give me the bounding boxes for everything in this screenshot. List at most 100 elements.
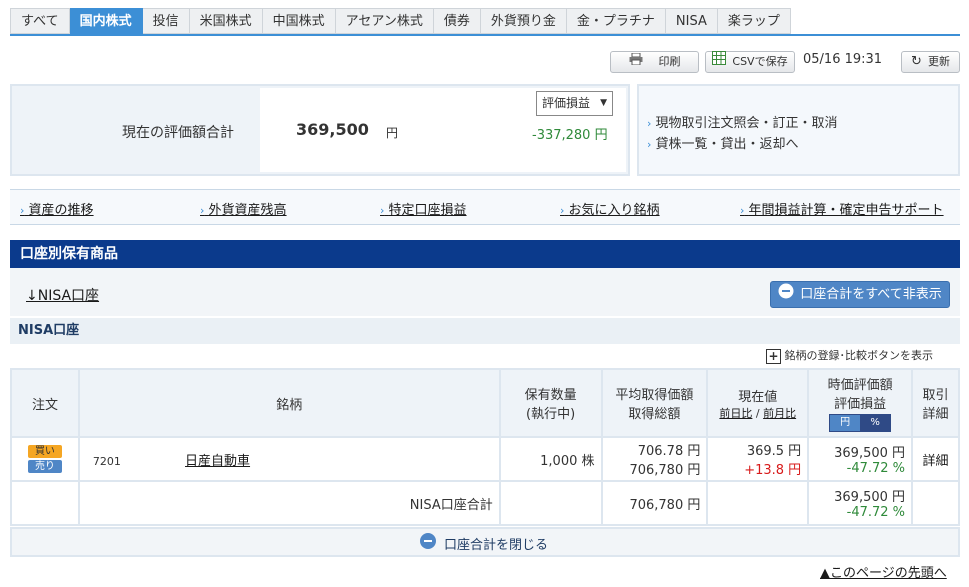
quantity-cell: 1,000 株 bbox=[498, 436, 603, 482]
table-header-row: 注文 銘柄 保有数量 (執行中) 平均取得価額 取得総額 現在値 前日比 / 前… bbox=[10, 368, 960, 438]
buy-button[interactable]: 買い bbox=[27, 445, 62, 458]
arrow-right-icon: › bbox=[380, 204, 385, 217]
current-price-value: 369.5 円 bbox=[746, 444, 802, 459]
tax-support-link[interactable]: › 年間損益計算・確定申告サポート bbox=[740, 199, 944, 218]
csv-save-button[interactable]: CSVで保存 bbox=[705, 51, 795, 73]
col-name: 銘柄 bbox=[77, 368, 501, 438]
total-empty-cell bbox=[10, 480, 80, 526]
yen-toggle[interactable]: 円 bbox=[830, 415, 861, 431]
tab-nisa[interactable]: NISA bbox=[665, 8, 718, 34]
tab-china-stock[interactable]: 中国株式 bbox=[262, 8, 336, 34]
minus-circle-icon bbox=[778, 283, 794, 307]
total-valuation-amount: 369,500 円 bbox=[834, 490, 906, 505]
hide-all-totals-button[interactable]: 口座合計をすべて非表示 bbox=[770, 281, 950, 308]
col-detail-label-1: 取引 bbox=[922, 388, 949, 403]
unit-toggle: 円 % bbox=[829, 414, 892, 432]
show-compare-buttons-link[interactable]: + 銘柄の登録･比較ボタンを表示 bbox=[766, 347, 933, 364]
specific-account-link[interactable]: › 特定口座損益 bbox=[380, 199, 467, 218]
detail-link[interactable]: 詳細 bbox=[923, 454, 949, 469]
show-compare-buttons-label: 銘柄の登録･比較ボタンを表示 bbox=[784, 349, 934, 362]
gain-type-select[interactable]: 評価損益 ▼ bbox=[536, 91, 613, 116]
spreadsheet-icon bbox=[712, 51, 727, 73]
tab-domestic-stock[interactable]: 国内株式 bbox=[69, 8, 143, 34]
arrow-right-icon: › bbox=[740, 204, 745, 217]
fx-assets-label: 外貨資産残高 bbox=[208, 203, 287, 218]
current-price-cell: 369.5 円 +13.8 円 bbox=[706, 436, 810, 482]
close-total-label: 口座合計を閉じる bbox=[444, 537, 549, 553]
stock-lending-label: 貸株一覧・貸出・返却へ bbox=[655, 137, 799, 152]
total-cost-value: 706,780 円 bbox=[629, 463, 701, 478]
tab-bonds[interactable]: 債券 bbox=[433, 8, 481, 34]
close-total-button[interactable]: 口座合計を閉じる bbox=[420, 533, 548, 553]
refresh-icon: ↻ bbox=[911, 54, 922, 69]
prev-day-toggle[interactable]: 前日比 bbox=[719, 407, 752, 420]
page-top-link[interactable]: ▲このページの先頭へ bbox=[820, 562, 947, 581]
col-avg-price-label: 平均取得価額 bbox=[615, 388, 694, 403]
total-cost-cell: 706,780 円 bbox=[600, 480, 709, 526]
total-qty-cell bbox=[498, 480, 603, 526]
col-current-price: 現在値 前日比 / 前月比 bbox=[706, 368, 810, 438]
plus-box-icon: + bbox=[766, 348, 781, 364]
print-button[interactable]: 印刷 bbox=[610, 51, 699, 73]
col-detail-label-2: 詳細 bbox=[922, 407, 949, 422]
arrow-right-icon: › bbox=[647, 138, 652, 151]
print-label: 印刷 bbox=[658, 55, 681, 68]
asset-trend-label: 資産の推移 bbox=[28, 203, 94, 218]
arrow-right-icon: › bbox=[200, 204, 205, 217]
total-label-cell: NISA口座合計 bbox=[77, 480, 501, 526]
security-name-link[interactable]: 日産自動車 bbox=[185, 454, 250, 469]
tax-support-label: 年間損益計算・確定申告サポート bbox=[748, 203, 944, 218]
sell-button[interactable]: 売り bbox=[27, 460, 62, 473]
arrow-right-icon: › bbox=[647, 117, 652, 130]
specific-account-label: 特定口座損益 bbox=[388, 203, 467, 218]
tab-asean-stock[interactable]: アセアン株式 bbox=[335, 8, 434, 34]
valuation-value: 369,500 円 bbox=[834, 446, 906, 461]
tab-fx-deposit[interactable]: 外貨預り金 bbox=[480, 8, 567, 34]
avg-price-cell: 706.78 円 706,780 円 bbox=[600, 436, 709, 482]
update-timestamp: 05/16 19:31 bbox=[803, 52, 883, 67]
valuation-cell: 369,500 円 -47.72 % bbox=[807, 436, 914, 482]
tab-us-stock[interactable]: 米国株式 bbox=[189, 8, 263, 34]
asset-trend-link[interactable]: › 資産の推移 bbox=[20, 199, 94, 218]
percent-toggle[interactable]: % bbox=[860, 415, 891, 431]
total-valuation-cell: 369,500 円 -47.72 % bbox=[807, 480, 914, 526]
refresh-button[interactable]: ↻ 更新 bbox=[901, 51, 960, 73]
col-valuation: 時価評価額 評価損益 円 % bbox=[807, 368, 914, 438]
printer-icon bbox=[629, 51, 643, 73]
col-total-cost-label: 取得総額 bbox=[628, 407, 681, 422]
col-valuation-label: 時価評価額 bbox=[827, 378, 893, 393]
detail-cell: 詳細 bbox=[911, 436, 960, 482]
col-detail: 取引 詳細 bbox=[911, 368, 960, 438]
prev-month-toggle[interactable]: 前月比 bbox=[763, 407, 796, 420]
stock-lending-link[interactable]: › 貸株一覧・貸出・返却へ bbox=[647, 133, 799, 152]
total-detail-cell bbox=[911, 480, 960, 526]
tab-gold-platinum[interactable]: 金・プラチナ bbox=[566, 8, 666, 34]
total-valuation-value: 369,500 bbox=[296, 120, 369, 139]
col-gain-loss-label: 評価損益 bbox=[834, 397, 887, 412]
dropdown-arrow-icon: ▼ bbox=[600, 98, 607, 108]
col-quantity: 保有数量 (執行中) bbox=[498, 368, 603, 438]
arrow-right-icon: › bbox=[560, 204, 565, 217]
tab-all[interactable]: すべて bbox=[10, 8, 70, 34]
csv-label: CSVで保存 bbox=[732, 55, 788, 68]
total-gain-loss-pct: -47.72 % bbox=[846, 505, 906, 520]
fx-assets-link[interactable]: › 外貨資産残高 bbox=[200, 199, 287, 218]
total-gain-loss: -337,280 円 bbox=[532, 128, 608, 143]
section-title: 口座別保有商品 bbox=[10, 240, 960, 268]
order-inquiry-label: 現物取引注文照会・訂正・取消 bbox=[655, 116, 838, 131]
favorites-label: お気に入り銘柄 bbox=[568, 203, 660, 218]
security-code: 7201 bbox=[92, 454, 121, 468]
tab-rakuwrap[interactable]: 楽ラップ bbox=[717, 8, 791, 34]
gain-type-selected: 評価損益 bbox=[542, 96, 591, 110]
nisa-anchor-link[interactable]: ↓NISA口座 bbox=[26, 285, 99, 305]
col-current-price-label: 現在値 bbox=[738, 389, 778, 405]
price-change-value: +13.8 円 bbox=[744, 463, 802, 478]
total-row: NISA口座合計 706,780 円 369,500 円 -47.72 % bbox=[10, 480, 960, 526]
market-tabs: すべて 国内株式 投信 米国株式 中国株式 アセアン株式 債券 外貨預り金 金・… bbox=[10, 8, 791, 35]
tab-funds[interactable]: 投信 bbox=[142, 8, 190, 34]
order-inquiry-link[interactable]: › 現物取引注文照会・訂正・取消 bbox=[647, 112, 838, 131]
arrow-right-icon: › bbox=[20, 204, 25, 217]
holdings-table: 注文 銘柄 保有数量 (執行中) 平均取得価額 取得総額 現在値 前日比 / 前… bbox=[10, 368, 960, 526]
favorites-link[interactable]: › お気に入り銘柄 bbox=[560, 199, 660, 218]
total-valuation-label: 現在の評価額合計 bbox=[122, 125, 234, 141]
